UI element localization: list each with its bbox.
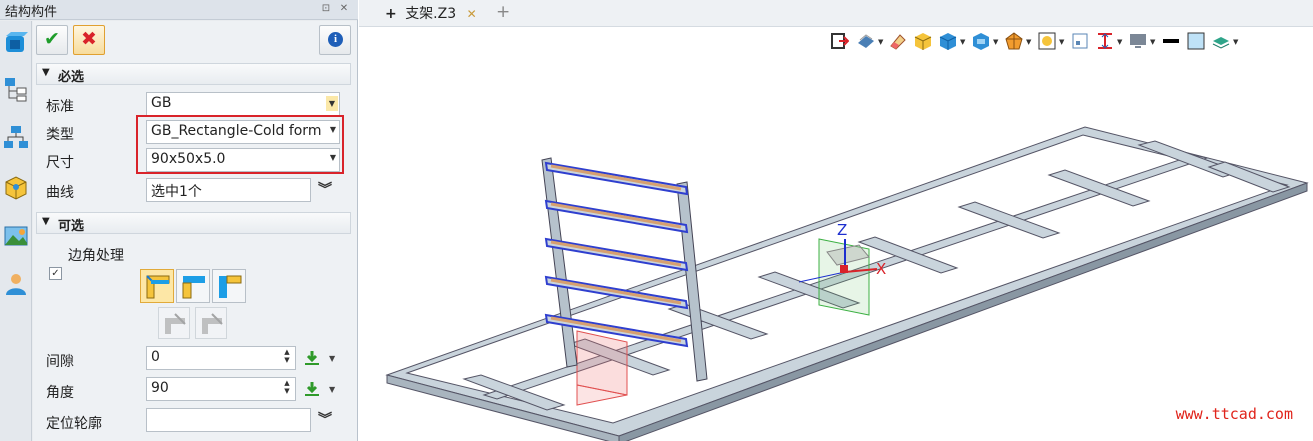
hierarchy-icon[interactable] <box>3 124 29 150</box>
corner-type-3-button[interactable] <box>212 269 246 303</box>
chevron-down-icon: ▼ <box>329 153 336 162</box>
chevron-down-icon[interactable]: ▼ <box>329 385 335 394</box>
section-required-header[interactable]: ▼ 必选 <box>36 63 351 85</box>
corner-treatment-checkbox[interactable]: ✓ <box>49 267 62 280</box>
watermark: www.ttcad.com <box>1175 405 1293 423</box>
pin-icon[interactable]: ⊡ <box>320 3 332 15</box>
tree-icon[interactable] <box>3 76 29 102</box>
expand-chevron-icon[interactable]: ︾ <box>315 410 335 430</box>
image-icon[interactable] <box>3 223 29 249</box>
cancel-button[interactable]: ✖ <box>73 25 105 55</box>
user-icon[interactable] <box>3 271 29 297</box>
standard-label: 标准 <box>46 99 74 115</box>
ladder-rung-accent <box>550 202 682 229</box>
panel-title: 结构构件 <box>5 5 58 20</box>
side-toolbar <box>0 21 32 441</box>
3d-viewport[interactable]: ▼ ▼ ▼ ▼ ▼ ▼ ▼ ▼ Z X www.ttcad.com <box>359 27 1313 441</box>
angle-label: 角度 <box>46 385 74 401</box>
corner-lap-icon <box>219 275 242 298</box>
gap-input[interactable]: 0 <box>146 346 296 370</box>
close-panel-icon[interactable]: ✕ <box>338 3 350 15</box>
chevron-down-icon[interactable]: ▼ <box>329 354 335 363</box>
gap-value: 0 <box>151 349 160 365</box>
document-tab-bar: + 支架.Z3 ✕ + <box>359 0 1313 27</box>
document-tab[interactable]: + 支架.Z3 ✕ <box>379 0 483 27</box>
trim-icon <box>202 313 223 334</box>
info-icon: i <box>328 32 343 47</box>
chevron-down-icon: ▼ <box>326 96 338 111</box>
axis-z-label: Z <box>837 221 847 239</box>
corner-miter-icon <box>146 275 170 299</box>
trim-icon <box>165 313 186 334</box>
size-value: 90x50x5.0 <box>151 151 226 167</box>
check-icon: ✔ <box>44 28 60 50</box>
chevron-down-icon: ▼ <box>329 125 336 134</box>
info-button[interactable]: i <box>319 25 351 55</box>
corner-type-2-button[interactable] <box>176 269 210 303</box>
spin-arrows-icon[interactable]: ▲ ▼ <box>282 348 292 364</box>
part-icon[interactable] <box>3 174 29 200</box>
corner-type-1-button[interactable] <box>140 269 174 303</box>
panel-header: 结构构件 ⊡ ✕ <box>0 0 358 20</box>
pick-down-icon[interactable] <box>303 380 321 398</box>
document-tab-title: 支架.Z3 <box>405 6 457 22</box>
section-optional-header[interactable]: ▼ 可选 <box>36 212 351 234</box>
curve-label: 曲线 <box>46 185 74 201</box>
form-area: ✔ ✖ i ▼ 必选 标准 GB ▼ 类型 GB_Rectangle-Cold … <box>33 21 357 441</box>
corner-trim-2-button[interactable] <box>195 307 227 339</box>
corner-butt-icon <box>182 276 205 299</box>
size-label: 尺寸 <box>46 155 74 171</box>
tab-plus-icon: + <box>385 6 397 22</box>
collapse-arrow-icon: ▼ <box>42 216 50 227</box>
new-tab-icon[interactable]: + <box>496 2 510 22</box>
type-select[interactable]: GB_Rectangle-Cold form ▼ <box>146 120 340 144</box>
standard-value: GB <box>151 95 172 111</box>
profile-field[interactable] <box>146 408 311 432</box>
ladder-rung-accent <box>550 164 682 191</box>
angle-input[interactable]: 90 <box>146 377 296 401</box>
curve-field[interactable]: 选中1个 <box>146 178 311 202</box>
corner-trim-1-button[interactable] <box>158 307 190 339</box>
profile-label: 定位轮廓 <box>46 416 102 432</box>
expand-chevron-icon[interactable]: ︾ <box>315 180 335 200</box>
curve-value: 选中1个 <box>151 184 202 200</box>
ladder-rung-accent <box>550 240 682 267</box>
close-icon: ✖ <box>81 28 97 50</box>
gap-label: 间隙 <box>46 354 74 370</box>
pick-down-icon[interactable] <box>303 349 321 367</box>
angle-value: 90 <box>151 380 169 396</box>
ok-button[interactable]: ✔ <box>36 25 68 55</box>
axis-x-label: X <box>876 260 886 278</box>
cube-icon[interactable] <box>3 31 29 57</box>
standard-select[interactable]: GB ▼ <box>146 92 340 116</box>
size-select[interactable]: 90x50x5.0 ▼ <box>146 148 340 172</box>
type-label: 类型 <box>46 127 74 143</box>
corner-treatment-label: 边角处理 <box>68 248 124 264</box>
section-optional-title: 可选 <box>58 219 85 234</box>
collapse-arrow-icon: ▼ <box>42 67 50 78</box>
tab-close-icon[interactable]: ✕ <box>467 7 477 21</box>
section-required-title: 必选 <box>58 70 85 85</box>
frame-model[interactable]: Z X <box>359 27 1313 441</box>
type-value: GB_Rectangle-Cold form <box>151 123 322 139</box>
spin-arrows-icon[interactable]: ▲ ▼ <box>282 379 292 395</box>
structure-member-panel: 结构构件 ⊡ ✕ ✔ ✖ i ▼ 必选 标准 GB ▼ 类型 GB_Rectan… <box>0 0 358 441</box>
